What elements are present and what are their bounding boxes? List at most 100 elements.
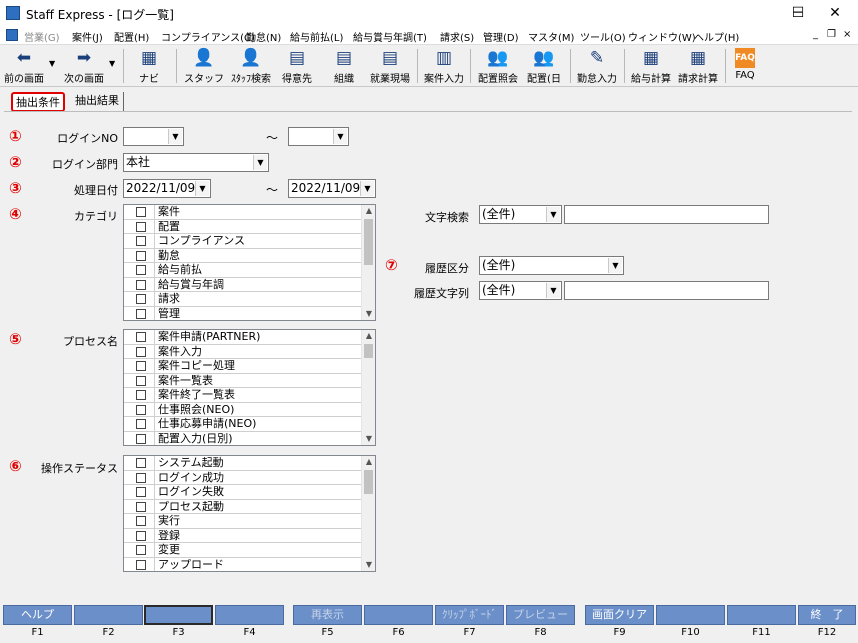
date-from-picker[interactable]: 2022/11/09 ▼ [123,179,211,198]
history-text-mode-combo[interactable]: (全件) ▼ [479,281,562,300]
list-item[interactable]: 案件申請(PARTNER) [124,330,375,345]
list-item[interactable]: ログイン失敗 [124,485,375,500]
job-entry-button[interactable]: ▥ 案件入力 [422,47,466,85]
list-item[interactable]: プロセス起動 [124,500,375,514]
f5-refresh-button[interactable]: 再表示 [293,605,362,625]
login-no-to-combo[interactable]: ▼ [288,127,349,146]
mdi-minimize-button[interactable]: _ [813,29,818,40]
scrollbar[interactable]: ▲ ▼ [361,330,375,445]
f1-help-button[interactable]: ヘルプ [3,605,72,625]
f11-button[interactable] [727,605,796,625]
scrollbar[interactable]: ▲ ▼ [361,456,375,571]
date-to-picker[interactable]: 2022/11/09 ▼ [288,179,376,198]
list-item[interactable]: 仕事照会(NEO) [124,403,375,417]
faq-button[interactable]: FAQ FAQ [730,47,760,85]
chevron-down-icon[interactable]: ▼ [168,129,182,144]
forward-dropdown-icon[interactable]: ▼ [109,59,115,68]
close-button[interactable]: ✕ [812,0,858,26]
checkbox[interactable] [136,419,146,429]
menu-attendance[interactable]: 勤怠(N) [246,29,281,44]
list-item[interactable]: 仕事応募申請(NEO) [124,417,375,432]
chevron-down-icon[interactable]: ▼ [608,258,622,273]
history-text-input[interactable] [564,281,769,300]
list-item[interactable]: 案件 [124,205,375,220]
worksite-button[interactable]: ▤ 就業現場 [368,47,412,85]
list-item[interactable]: 配置 [124,220,375,234]
assignment-daily-button[interactable]: 👥 配置(日 [524,47,564,85]
f8-preview-button[interactable]: プレビュー [506,605,575,625]
attendance-entry-button[interactable]: ✎ 勤怠入力 [575,47,619,85]
list-item[interactable]: 給与前払 [124,263,375,278]
tab-extract-conditions[interactable]: 抽出条件 [11,92,65,112]
f3-button[interactable] [144,605,213,625]
checkbox[interactable] [136,207,146,217]
chevron-down-icon[interactable]: ▼ [360,181,374,196]
checkbox[interactable] [136,265,146,275]
menu-sales[interactable]: 営業(G) [24,29,60,44]
checkbox[interactable] [136,472,146,483]
forward-button[interactable]: ➡ 次の画面 [60,47,108,85]
back-button[interactable]: ⬅ 前の画面 [2,47,46,85]
tab-extract-results[interactable]: 抽出結果 [75,92,124,112]
checkbox[interactable] [136,236,146,246]
f10-button[interactable] [656,605,725,625]
f6-button[interactable] [364,605,433,625]
staff-search-button[interactable]: 👤 ｽﾀｯﾌ検索 [228,47,274,85]
list-item[interactable]: 登録 [124,529,375,543]
f12-exit-button[interactable]: 終 了 [798,605,856,625]
mdi-restore-button[interactable]: ❐ [827,29,836,40]
text-search-input[interactable] [564,205,769,224]
checkbox[interactable] [136,530,146,541]
list-item[interactable]: 実行 [124,514,375,529]
f2-button[interactable] [74,605,143,625]
list-item[interactable]: 案件終了一覧表 [124,388,375,403]
menu-jobs[interactable]: 案件(J) [72,29,103,44]
menu-payroll[interactable]: 給与賞与年調(T) [353,29,427,44]
f4-button[interactable] [215,605,284,625]
list-item[interactable]: システム起動 [124,456,375,471]
checkbox[interactable] [136,458,146,468]
navi-button[interactable]: ▦ ナビ [130,47,168,85]
menu-admin[interactable]: 管理(D) [483,29,519,44]
status-list[interactable]: システム起動 ログイン成功 ログイン失敗 プロセス起動 実行 登録 変更 アップ… [123,455,376,572]
login-no-from-combo[interactable]: ▼ [123,127,184,146]
checkbox[interactable] [136,279,146,290]
checkbox[interactable] [136,559,146,570]
text-search-mode-combo[interactable]: (全件) ▼ [479,205,562,224]
checkbox[interactable] [136,545,146,555]
list-item[interactable]: 案件一覧表 [124,374,375,388]
menu-advance-pay[interactable]: 給与前払(L) [290,29,343,44]
checkbox[interactable] [136,516,146,526]
assignment-inquiry-button[interactable]: 👥 配置照会 [474,47,522,85]
dept-combo[interactable]: 本社 ▼ [123,153,269,172]
customer-button[interactable]: ▤ 得意先 [277,47,317,85]
menu-compliance[interactable]: コンプライアンス(C) [161,29,255,44]
list-item[interactable]: 配置入力(日別) [124,432,375,446]
menu-billing[interactable]: 請求(S) [440,29,474,44]
checkbox[interactable] [136,308,146,319]
list-item[interactable]: 変更 [124,543,375,558]
list-item[interactable]: 勤怠 [124,249,375,263]
checkbox[interactable] [136,375,146,386]
checkbox[interactable] [136,390,146,400]
category-list[interactable]: 案件 配置 コンプライアンス 勤怠 給与前払 給与賞与年調 請求 管理 ▲ ▼ [123,204,376,321]
chevron-down-icon[interactable]: ▼ [333,129,347,144]
checkbox[interactable] [136,294,146,304]
scrollbar[interactable]: ▲ ▼ [361,205,375,320]
list-item[interactable]: 案件コピー処理 [124,359,375,374]
organization-button[interactable]: ▤ 組織 [324,47,364,85]
menu-assignment[interactable]: 配置(H) [114,29,149,44]
mdi-close-button[interactable]: × [843,29,851,40]
checkbox[interactable] [136,433,146,444]
menu-window[interactable]: ウィンドウ(W) [628,29,696,44]
list-item[interactable]: 案件入力 [124,345,375,359]
checkbox[interactable] [136,332,146,342]
menu-help[interactable]: ヘルプ(H) [694,29,739,44]
list-item[interactable]: 給与賞与年調 [124,278,375,292]
chevron-down-icon[interactable]: ▼ [546,283,560,298]
menu-master[interactable]: マスタ(M) [528,29,574,44]
checkbox[interactable] [136,361,146,371]
checkbox[interactable] [136,250,146,261]
list-item[interactable]: 請求 [124,292,375,307]
list-item[interactable]: コンプライアンス [124,234,375,249]
